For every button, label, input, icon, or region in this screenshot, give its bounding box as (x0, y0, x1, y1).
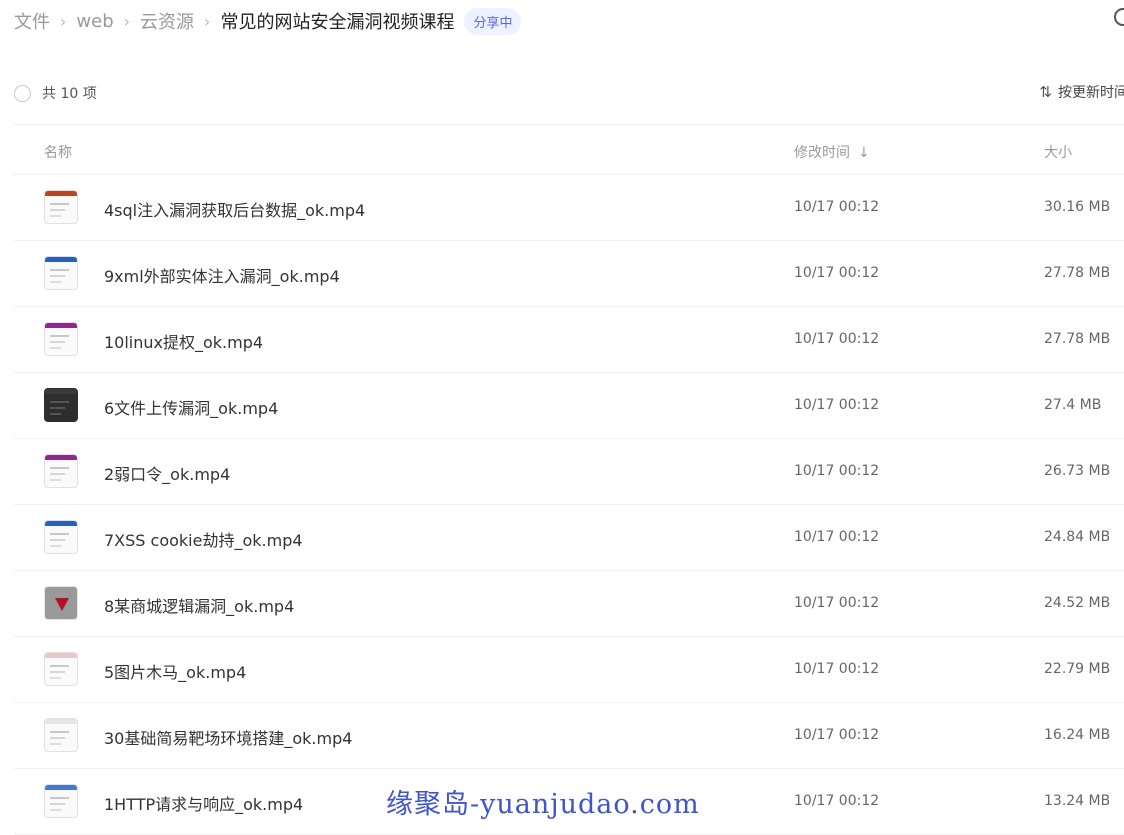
list-toolbar: 共 10 项 ⇅ 按更新时间 (14, 78, 1124, 108)
table-row[interactable]: 9xml外部实体注入漏洞_ok.mp4 10/17 00:12 27.78 MB (14, 241, 1124, 307)
watermark-text: 缘聚岛-yuanjudao.com (386, 789, 700, 820)
file-size: 30.16 MB (1044, 199, 1111, 215)
file-modified-time: 10/17 00:12 (794, 397, 880, 413)
file-list: 4sql注入漏洞获取后台数据_ok.mp4 10/17 00:12 30.16 MB… (0, 175, 1124, 835)
file-size: 16.24 MB (1044, 727, 1111, 743)
video-thumbnail-icon (44, 454, 78, 488)
breadcrumb-cloud-resources[interactable]: 云资源 (140, 8, 194, 34)
file-modified-time: 10/17 00:12 (794, 265, 880, 281)
file-name[interactable]: 1HTTP请求与响应_ok.mp4 (104, 791, 303, 815)
file-name[interactable]: 2弱口令_ok.mp4 (104, 461, 230, 485)
chevron-right-icon: › (60, 11, 67, 31)
sort-button[interactable]: ⇅ 按更新时间 (1039, 82, 1124, 102)
file-name[interactable]: 30基础简易靶场环境搭建_ok.mp4 (104, 725, 352, 749)
table-row[interactable]: 7XSS cookie劫持_ok.mp4 10/17 00:12 24.84 MB (14, 505, 1124, 571)
column-modified-time-label: 修改时间 (794, 145, 850, 161)
sort-icon: ⇅ (1039, 83, 1052, 101)
sort-label: 按更新时间 (1058, 85, 1124, 101)
file-size: 27.4 MB (1044, 397, 1102, 413)
file-size: 22.79 MB (1044, 661, 1111, 677)
search-icon[interactable] (1114, 8, 1124, 26)
file-size: 27.78 MB (1044, 265, 1111, 281)
file-size: 24.52 MB (1044, 595, 1111, 611)
video-thumbnail-icon (44, 652, 78, 686)
breadcrumb-web[interactable]: web (76, 11, 113, 32)
file-size: 27.78 MB (1044, 331, 1111, 347)
file-modified-time: 10/17 00:12 (794, 727, 880, 743)
file-name[interactable]: 9xml外部实体注入漏洞_ok.mp4 (104, 263, 340, 287)
table-row[interactable]: 10linux提权_ok.mp4 10/17 00:12 27.78 MB (14, 307, 1124, 373)
breadcrumb-files[interactable]: 文件 (14, 8, 50, 34)
video-thumbnail-icon (44, 520, 78, 554)
file-modified-time: 10/17 00:12 (794, 331, 880, 347)
video-thumbnail-icon (44, 784, 78, 818)
file-name[interactable]: 4sql注入漏洞获取后台数据_ok.mp4 (104, 197, 365, 221)
table-row[interactable]: 8某商城逻辑漏洞_ok.mp4 10/17 00:12 24.52 MB (14, 571, 1124, 637)
video-thumbnail-icon (44, 322, 78, 356)
video-thumbnail-icon (44, 388, 78, 422)
table-header: 名称 修改时间 ↓ 大小 (0, 125, 1124, 174)
file-name[interactable]: 6文件上传漏洞_ok.mp4 (104, 395, 278, 419)
sharing-badge: 分享中 (464, 7, 522, 35)
file-modified-time: 10/17 00:12 (794, 661, 880, 677)
file-name[interactable]: 7XSS cookie劫持_ok.mp4 (104, 527, 303, 551)
breadcrumb: 文件 › web › 云资源 › 常见的网站安全漏洞视频课程 分享中 (14, 6, 522, 36)
chevron-right-icon: › (204, 11, 211, 31)
table-row[interactable]: 30基础简易靶场环境搭建_ok.mp4 10/17 00:12 16.24 MB (14, 703, 1124, 769)
column-modified-time[interactable]: 修改时间 ↓ (794, 142, 870, 162)
file-modified-time: 10/17 00:12 (794, 529, 880, 545)
table-row[interactable]: 4sql注入漏洞获取后台数据_ok.mp4 10/17 00:12 30.16 MB (14, 175, 1124, 241)
chevron-right-icon: › (123, 11, 131, 31)
file-size: 24.84 MB (1044, 529, 1111, 545)
item-count: 共 10 项 (42, 86, 97, 102)
file-name[interactable]: 5图片木马_ok.mp4 (104, 659, 246, 683)
column-size[interactable]: 大小 (1044, 142, 1072, 162)
page-title: 常见的网站安全漏洞视频课程 (220, 12, 455, 33)
column-name[interactable]: 名称 (44, 142, 72, 162)
select-all-checkbox[interactable] (14, 84, 31, 102)
video-thumbnail-icon (44, 256, 78, 290)
file-size: 13.24 MB (1044, 793, 1111, 809)
table-row[interactable]: 6文件上传漏洞_ok.mp4 10/17 00:12 27.4 MB (14, 373, 1124, 439)
file-modified-time: 10/17 00:12 (794, 463, 880, 479)
file-name[interactable]: 10linux提权_ok.mp4 (104, 329, 263, 353)
file-modified-time: 10/17 00:12 (794, 595, 880, 611)
file-name[interactable]: 8某商城逻辑漏洞_ok.mp4 (104, 593, 294, 617)
video-thumbnail-icon (44, 586, 78, 620)
video-thumbnail-icon (44, 718, 78, 752)
sort-down-icon: ↓ (858, 145, 870, 161)
file-modified-time: 10/17 00:12 (794, 199, 880, 215)
table-row[interactable]: 5图片木马_ok.mp4 10/17 00:12 22.79 MB (14, 637, 1124, 703)
table-row[interactable]: 2弱口令_ok.mp4 10/17 00:12 26.73 MB (14, 439, 1124, 505)
file-modified-time: 10/17 00:12 (794, 793, 880, 809)
file-size: 26.73 MB (1044, 463, 1111, 479)
video-thumbnail-icon (44, 190, 78, 224)
